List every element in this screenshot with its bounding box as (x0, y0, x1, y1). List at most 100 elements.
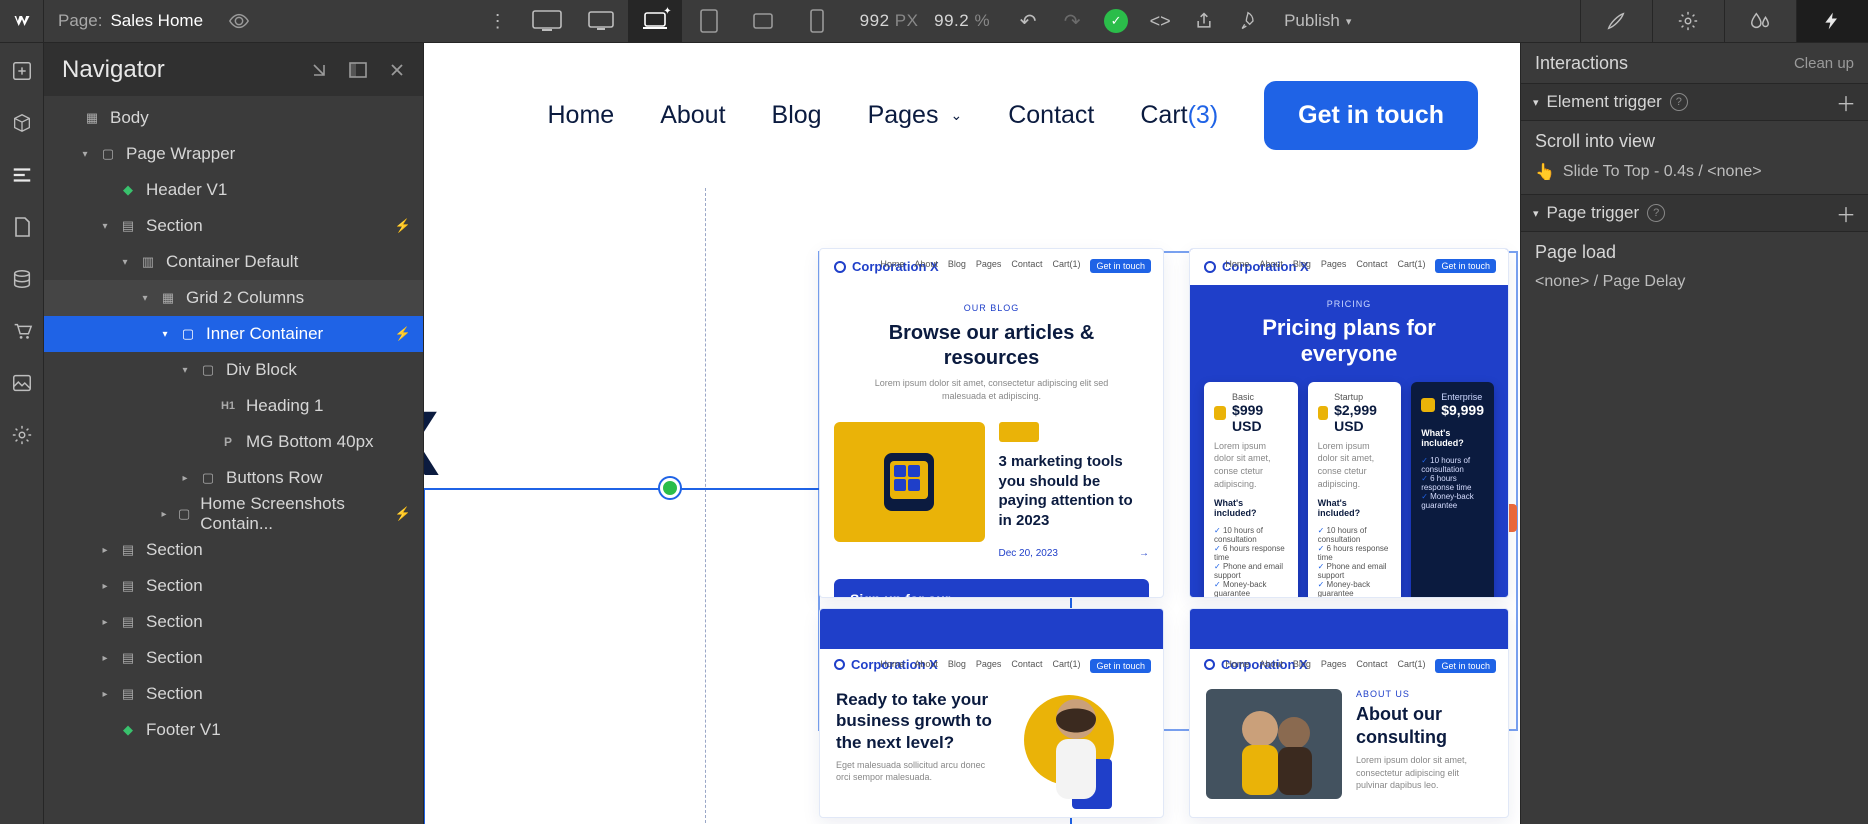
settings-panel-tab[interactable] (1652, 0, 1724, 42)
page-trigger-row[interactable]: ▾ Page trigger ? ＋ (1521, 194, 1868, 232)
blog-thumb (834, 422, 985, 542)
canvas-width-value: 992 (860, 11, 890, 30)
tree-body[interactable]: ▦Body (44, 100, 423, 136)
tree-label: Container Default (166, 252, 298, 272)
shot-topstrip (1190, 609, 1508, 649)
div-icon: ▢ (99, 146, 117, 162)
cms-button[interactable] (10, 267, 34, 291)
nav-home[interactable]: Home (548, 101, 615, 130)
paragraph-icon: P (219, 435, 237, 449)
dock-icon (349, 62, 367, 78)
help-icon[interactable]: ? (1647, 204, 1665, 222)
tree-section-5[interactable]: ▸▤Section (44, 640, 423, 676)
shot-cta: Corporation X HomeAboutBlogPagesContactC… (819, 608, 1164, 818)
pages-icon (12, 216, 32, 238)
tree-section-4[interactable]: ▸▤Section (44, 604, 423, 640)
page-load-line[interactable]: <none> / Page Delay (1521, 269, 1868, 303)
shot-blog: Corporation X HomeAboutBlogPagesContactC… (819, 248, 1164, 598)
section-icon: ▤ (119, 614, 137, 630)
page-selector[interactable]: Page: Sales Home (44, 11, 217, 31)
tree-section-6[interactable]: ▸▤Section (44, 676, 423, 712)
tree-inner-container[interactable]: ▾▢Inner Container⚡ (44, 316, 423, 352)
tree-home-screenshots[interactable]: ▸▢Home Screenshots Contain...⚡ (44, 496, 423, 532)
newsletter-strip: Sign up for our (834, 579, 1149, 598)
body-icon: ▦ (83, 110, 101, 126)
nav-pages[interactable]: Pages⌄ (868, 101, 963, 130)
breakpoint-mobile[interactable] (790, 0, 844, 42)
share-button[interactable] (1182, 0, 1226, 42)
breakpoint-tablet[interactable] (682, 0, 736, 42)
nav-contact[interactable]: Contact (1008, 101, 1094, 130)
symbols-button[interactable] (10, 111, 34, 135)
more-menu[interactable]: ⋮ (476, 0, 520, 42)
tree-container-default[interactable]: ▾▥Container Default (44, 244, 423, 280)
preview-toggle[interactable] (217, 0, 261, 42)
people-icon (1206, 689, 1342, 799)
nav-blog[interactable]: Blog (772, 101, 822, 130)
canvas-area[interactable]: Home About Blog Pages⌄ Contact Cart(3) G… (424, 43, 1520, 824)
bolt-icon: ⚡ (395, 218, 411, 234)
style-panel-tab[interactable] (1580, 0, 1652, 42)
redo-button[interactable]: ↷ (1050, 0, 1094, 42)
assets-button[interactable] (10, 371, 34, 395)
arrow-icon: ▸ (100, 617, 110, 628)
element-trigger-row[interactable]: ▾ Element trigger ? ＋ (1521, 83, 1868, 121)
tree-buttons-row[interactable]: ▸▢Buttons Row (44, 460, 423, 496)
canvas[interactable]: Home About Blog Pages⌄ Contact Cart(3) G… (424, 43, 1520, 824)
tree-page-wrapper[interactable]: ▾▢Page Wrapper (44, 136, 423, 172)
tree-header[interactable]: ◆Header V1 (44, 172, 423, 208)
slide-to-top-line[interactable]: 👆 Slide To Top - 0.4s / <none> (1521, 158, 1868, 194)
nav-about[interactable]: About (660, 101, 725, 130)
navigator-title: Navigator (62, 56, 165, 84)
selection-handle[interactable] (660, 478, 680, 498)
canvas-zoom-unit: % (974, 11, 990, 30)
collapse-icon (311, 62, 327, 78)
breakpoint-mobile-l[interactable] (736, 0, 790, 42)
code-export[interactable]: <> (1138, 0, 1182, 42)
page-load-label[interactable]: Page load (1521, 232, 1868, 269)
cleanup-button[interactable]: Clean up (1794, 55, 1854, 72)
tree-section-3[interactable]: ▸▤Section (44, 568, 423, 604)
add-element-button[interactable] (10, 59, 34, 83)
settings-button[interactable] (10, 423, 34, 447)
tree-section-1[interactable]: ▾▤Section⚡ (44, 208, 423, 244)
tree-div-block[interactable]: ▾▢Div Block (44, 352, 423, 388)
scroll-into-view-label[interactable]: Scroll into view (1521, 121, 1868, 158)
navigator-button[interactable] (10, 163, 34, 187)
undo-button[interactable]: ↶ (1006, 0, 1050, 42)
breakpoint-desktop-xl[interactable] (520, 0, 574, 42)
interactions-panel-tab[interactable] (1796, 0, 1868, 42)
tree-label: Footer V1 (146, 720, 221, 740)
dock-panel-button[interactable] (349, 62, 367, 78)
tree-section-2[interactable]: ▸▤Section (44, 532, 423, 568)
publish-button[interactable]: Publish ▾ (1270, 11, 1365, 31)
arrow-icon: ▾ (140, 293, 150, 304)
canvas-width-readout[interactable]: 992 PX 99.2 % (844, 11, 1006, 31)
add-page-trigger[interactable]: ＋ (1836, 199, 1856, 228)
status-ok[interactable]: ✓ (1094, 0, 1138, 42)
pages-button[interactable] (10, 215, 34, 239)
collapse-panel-button[interactable] (311, 62, 327, 78)
nav-cta-button[interactable]: Get in touch (1264, 81, 1478, 150)
tree-mg-bottom[interactable]: PMG Bottom 40px (44, 424, 423, 460)
chevron-down-icon: ▾ (1533, 96, 1539, 109)
arrow-icon: ▸ (100, 689, 110, 700)
webflow-logo[interactable] (0, 0, 44, 42)
help-icon[interactable]: ? (1670, 93, 1688, 111)
audit-button[interactable] (1226, 0, 1270, 42)
style-manager-tab[interactable] (1724, 0, 1796, 42)
ecommerce-button[interactable] (10, 319, 34, 343)
close-panel-button[interactable] (389, 62, 405, 78)
nav-cart[interactable]: Cart(3) (1140, 101, 1218, 130)
tree-grid2[interactable]: ▾▦Grid 2 Columns (44, 280, 423, 316)
page-name: Sales Home (110, 11, 203, 31)
tablet-icon (699, 9, 719, 33)
tree-footer[interactable]: ◆Footer V1 (44, 712, 423, 748)
interactions-title: Interactions (1535, 53, 1628, 74)
arrow-icon: ▾ (180, 365, 190, 376)
about-tag: ABOUT US (1356, 689, 1492, 699)
breakpoint-laptop[interactable]: ✦ (628, 0, 682, 42)
tree-heading-1[interactable]: H1Heading 1 (44, 388, 423, 424)
add-element-trigger[interactable]: ＋ (1836, 88, 1856, 117)
breakpoint-desktop[interactable] (574, 0, 628, 42)
